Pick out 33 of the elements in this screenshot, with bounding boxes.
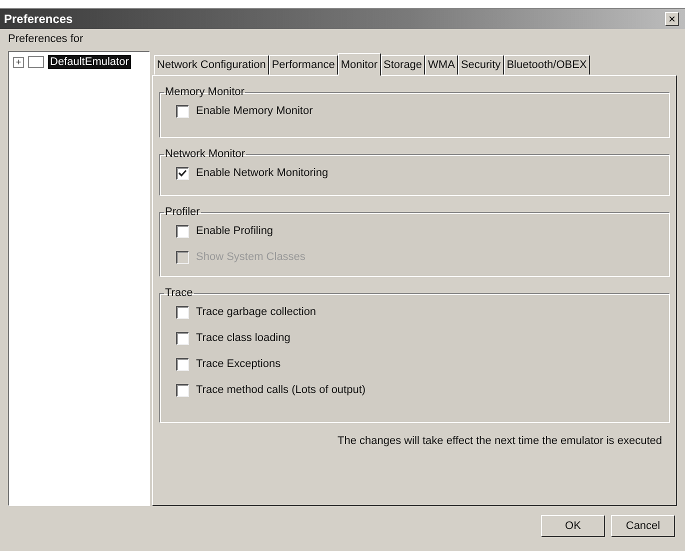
group-title: Trace bbox=[164, 287, 194, 299]
checkbox[interactable] bbox=[176, 306, 189, 318]
checkbox-label[interactable]: Trace Exceptions bbox=[196, 358, 281, 370]
tab[interactable]: Monitor bbox=[338, 53, 381, 76]
checkbox[interactable] bbox=[176, 384, 189, 396]
checkbox-label[interactable]: Trace garbage collection bbox=[196, 306, 316, 318]
close-button[interactable]: × bbox=[665, 12, 679, 26]
checkbox[interactable] bbox=[176, 166, 189, 180]
tab[interactable]: Storage bbox=[380, 55, 426, 75]
ok-button[interactable]: OK bbox=[541, 515, 605, 537]
tab[interactable]: WMA bbox=[425, 55, 458, 75]
tab[interactable]: Network Configuration bbox=[154, 55, 269, 75]
info-note: The changes will take effect the next time the emulator is executed bbox=[336, 434, 663, 447]
group-title: Memory Monitor bbox=[164, 86, 246, 98]
checkbox[interactable] bbox=[176, 104, 189, 118]
checkbox-label[interactable]: Trace method calls (Lots of output) bbox=[196, 384, 366, 396]
window-title: Preferences bbox=[4, 12, 73, 26]
group-title: Profiler bbox=[164, 206, 201, 218]
checkbox[interactable] bbox=[176, 358, 189, 370]
tree-label: Preferences for bbox=[7, 32, 84, 47]
checkbox[interactable] bbox=[176, 332, 189, 344]
checkbox-label[interactable]: Enable Network Monitoring bbox=[196, 167, 328, 179]
checkbox-label[interactable]: Trace class loading bbox=[196, 332, 290, 344]
tree-item[interactable]: DefaultEmulator bbox=[48, 55, 131, 69]
checkbox-label[interactable]: Enable Profiling bbox=[196, 225, 274, 237]
cancel-button[interactable]: Cancel bbox=[611, 515, 675, 537]
checkbox[interactable] bbox=[176, 224, 189, 238]
tab[interactable]: Performance bbox=[268, 55, 338, 75]
tab[interactable]: Security bbox=[458, 55, 504, 75]
group-title: Network Monitor bbox=[164, 148, 246, 160]
expand-button[interactable]: + bbox=[13, 56, 24, 68]
tab[interactable]: Bluetooth/OBEX bbox=[504, 55, 590, 75]
checkbox-label[interactable]: Enable Memory Monitor bbox=[196, 105, 313, 117]
